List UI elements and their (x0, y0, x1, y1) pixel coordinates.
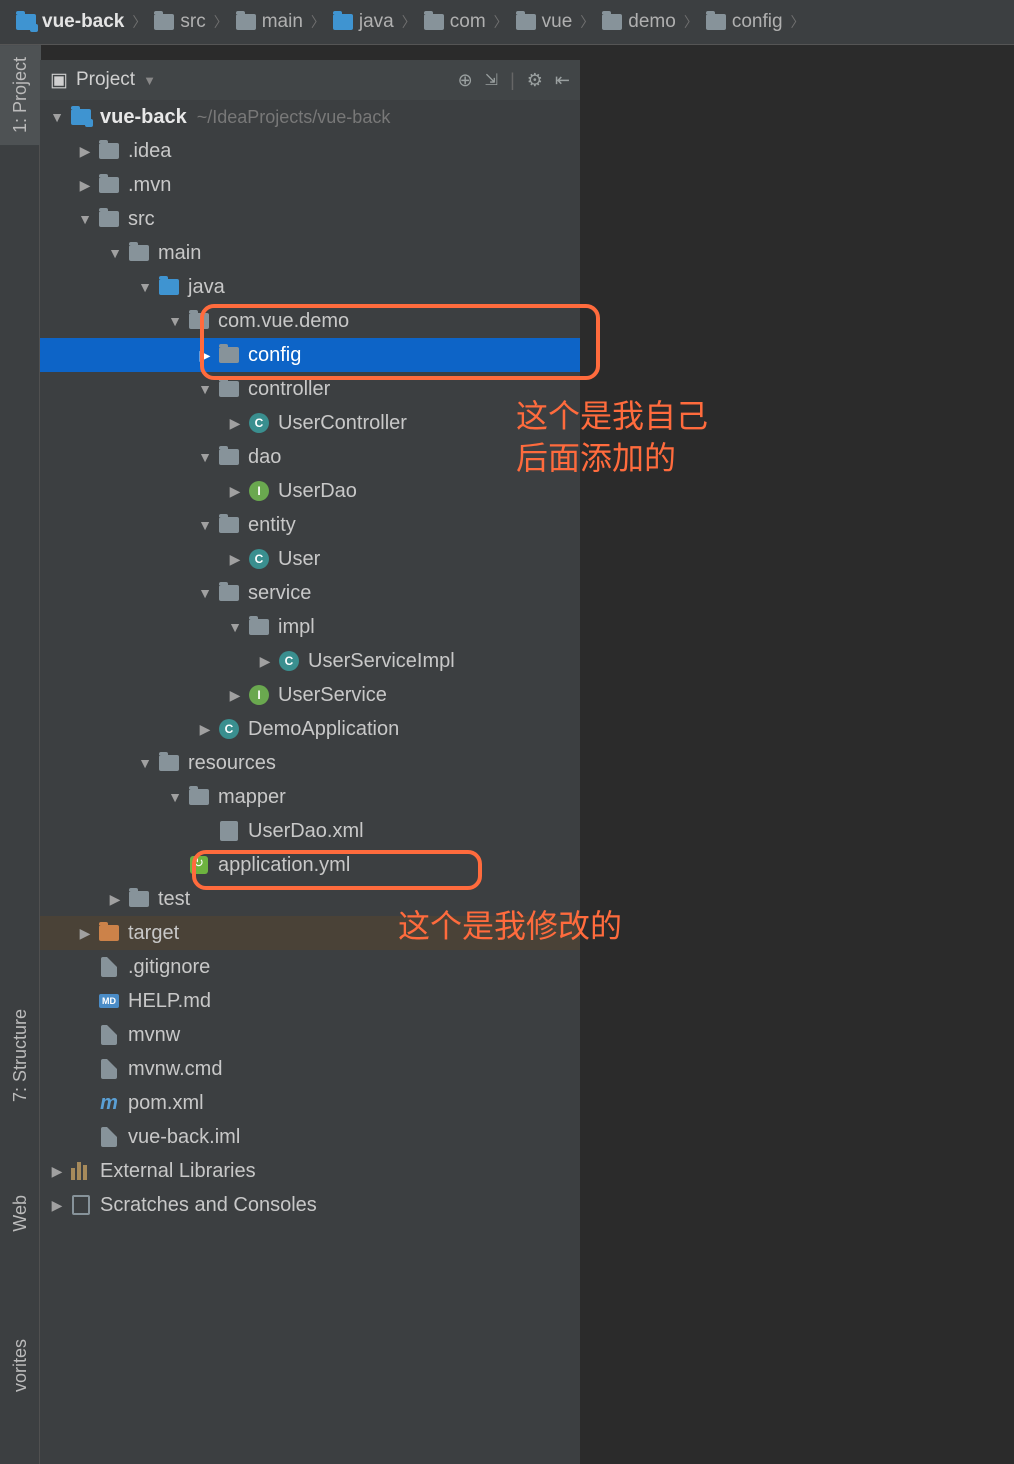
tree-package-service[interactable]: service (40, 576, 580, 610)
sidebar-tab-project[interactable]: 1: Project (0, 45, 41, 145)
sidebar-tabs: 1: Project 7: Structure Web vorites (0, 45, 40, 1464)
tree-interface[interactable]: IUserService (40, 678, 580, 712)
tree-root[interactable]: vue-back~/IdeaProjects/vue-back (40, 100, 580, 134)
tree-folder-resources[interactable]: resources (40, 746, 580, 780)
breadcrumb-item[interactable]: com (418, 11, 492, 33)
tree-file-xml[interactable]: UserDao.xml (40, 814, 580, 848)
tree-package[interactable]: com.vue.demo (40, 304, 580, 338)
breadcrumb-item[interactable]: java (327, 11, 400, 33)
breadcrumb-item[interactable]: vue (510, 11, 579, 33)
annotation-text-modified: 这个是我修改的 (398, 906, 622, 948)
tree-class[interactable]: CUser (40, 542, 580, 576)
project-tree[interactable]: vue-back~/IdeaProjects/vue-back .idea .m… (40, 100, 580, 1464)
tree-file[interactable]: mvnw (40, 1018, 580, 1052)
breadcrumb-item[interactable]: src (148, 11, 211, 33)
tree-folder-mapper[interactable]: mapper (40, 780, 580, 814)
tree-file-pom[interactable]: mpom.xml (40, 1086, 580, 1120)
tree-folder-idea[interactable]: .idea (40, 134, 580, 168)
tree-scratches[interactable]: Scratches and Consoles (40, 1188, 580, 1222)
breadcrumb-item[interactable]: vue-back (10, 11, 130, 33)
tree-package-impl[interactable]: impl (40, 610, 580, 644)
gear-icon[interactable] (527, 70, 543, 91)
tree-package-config[interactable]: config (40, 338, 580, 372)
sidebar-tab-favorites[interactable]: vorites (0, 1327, 41, 1404)
dropdown-icon[interactable]: ▼ (143, 73, 156, 88)
tree-folder-main[interactable]: main (40, 236, 580, 270)
tree-folder-java[interactable]: java (40, 270, 580, 304)
sidebar-tab-structure[interactable]: 7: Structure (0, 997, 41, 1114)
project-panel-header: ▣ Project ▼ ⇲ | (40, 60, 580, 100)
breadcrumb-bar: vue-back〉 src〉 main〉 java〉 com〉 vue〉 dem… (0, 0, 1014, 45)
tree-package-controller[interactable]: controller (40, 372, 580, 406)
locate-icon[interactable] (458, 70, 473, 91)
tree-folder-src[interactable]: src (40, 202, 580, 236)
project-view-icon: ▣ (50, 69, 68, 92)
tree-file[interactable]: .gitignore (40, 950, 580, 984)
tree-interface[interactable]: IUserDao (40, 474, 580, 508)
breadcrumb-item[interactable]: demo (596, 11, 682, 33)
project-view-label[interactable]: Project (76, 69, 135, 91)
tree-file-md[interactable]: MDHELP.md (40, 984, 580, 1018)
annotation-text-added: 这个是我自己 后面添加的 (516, 396, 708, 479)
breadcrumb-item[interactable]: config (700, 11, 789, 33)
tree-class[interactable]: CUserServiceImpl (40, 644, 580, 678)
tree-file-iml[interactable]: vue-back.iml (40, 1120, 580, 1154)
breadcrumb-item[interactable]: main (230, 11, 309, 33)
expand-icon[interactable]: ⇲ (485, 70, 498, 90)
tree-class-app[interactable]: CDemoApplication (40, 712, 580, 746)
hide-icon[interactable] (555, 70, 570, 91)
tree-package-entity[interactable]: entity (40, 508, 580, 542)
tree-file-yml[interactable]: application.yml (40, 848, 580, 882)
sidebar-tab-web[interactable]: Web (0, 1183, 41, 1244)
tree-package-dao[interactable]: dao (40, 440, 580, 474)
tree-folder-mvn[interactable]: .mvn (40, 168, 580, 202)
tree-class[interactable]: CUserController (40, 406, 580, 440)
tree-external-libraries[interactable]: External Libraries (40, 1154, 580, 1188)
tree-file[interactable]: mvnw.cmd (40, 1052, 580, 1086)
